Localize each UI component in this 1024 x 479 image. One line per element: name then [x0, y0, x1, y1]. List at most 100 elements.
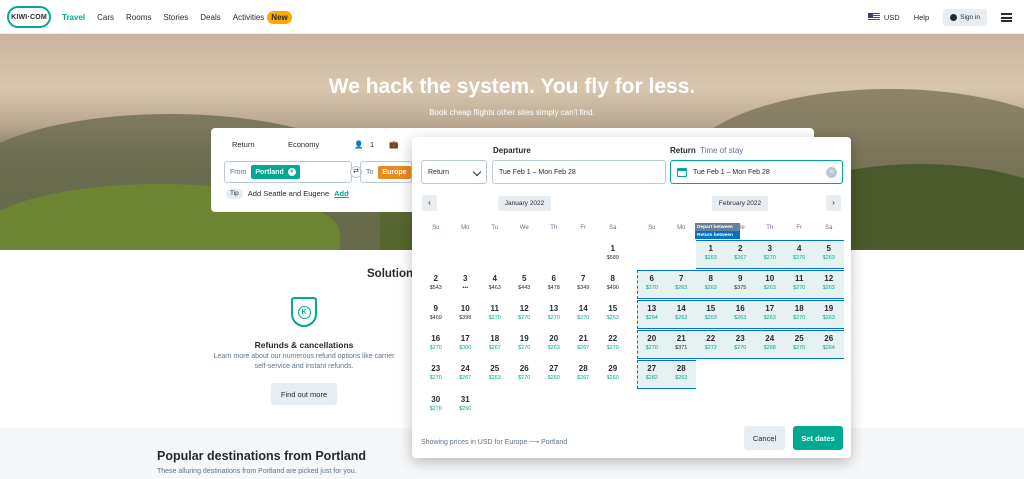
- hero-subtitle: Book cheap flights other sites simply ca…: [429, 108, 595, 117]
- weekday-label: Su: [432, 225, 440, 231]
- kiwi-logo[interactable]: KIWI·COM: [7, 6, 51, 28]
- weekday-label: Th: [550, 225, 558, 231]
- chevron-down-icon: [472, 167, 482, 177]
- calendar-day[interactable]: 20 $263: [539, 331, 569, 359]
- day-price: $267: [488, 345, 501, 352]
- calendar-day[interactable]: 19 $270: [510, 331, 540, 359]
- day-number: 7: [581, 274, 586, 284]
- calendar-day[interactable]: 16 $270: [421, 331, 451, 359]
- calendar-day[interactable]: 13 $270: [539, 301, 569, 329]
- currency-selector[interactable]: USD: [884, 13, 900, 22]
- nav-stories[interactable]: Stories: [163, 13, 188, 22]
- day-number: 14: [578, 304, 588, 314]
- day-price: $589: [606, 255, 619, 261]
- calendar-day[interactable]: 9 $469: [421, 301, 451, 329]
- calendar-day[interactable]: 3 •••: [451, 271, 481, 299]
- day-price: $263: [547, 345, 560, 352]
- day-price: $270: [606, 345, 619, 352]
- calendar-day[interactable]: 14 $270: [569, 301, 599, 329]
- calendar-day[interactable]: 17 $300: [451, 331, 481, 359]
- find-out-more-button[interactable]: Find out more: [271, 383, 337, 405]
- calendar-day[interactable]: 11 $270: [480, 301, 510, 329]
- bag-icon[interactable]: 💼: [389, 140, 398, 149]
- day-number: 5: [522, 274, 527, 284]
- calendar-day[interactable]: 23 $270: [421, 361, 451, 389]
- calendar-day[interactable]: 4 $463: [480, 271, 510, 299]
- to-value: Europe: [382, 168, 407, 176]
- day-number: 11: [490, 304, 499, 314]
- weekday-label: Tu: [491, 225, 499, 231]
- to-field[interactable]: To Europe: [360, 161, 412, 183]
- calendar-day[interactable]: 28 $267: [569, 361, 599, 389]
- day-price: •••: [462, 285, 469, 292]
- calendar-day[interactable]: 22 $270: [598, 331, 628, 359]
- day-number: 9: [433, 304, 438, 314]
- weekday-label: Fr: [580, 225, 587, 231]
- nav-deals[interactable]: Deals: [200, 13, 220, 22]
- day-number: 27: [549, 364, 559, 374]
- day-number: 22: [608, 334, 618, 344]
- calendar-day[interactable]: 1 $589: [598, 241, 628, 269]
- weekday-label: Su: [648, 225, 656, 231]
- day-price: $469: [429, 315, 442, 322]
- day-price: $270: [518, 345, 531, 352]
- from-field[interactable]: From Portland ×: [224, 161, 352, 183]
- signin-button[interactable]: Sign in: [943, 8, 987, 26]
- day-price: $270: [577, 315, 590, 322]
- next-month-button[interactable]: ›: [826, 195, 841, 211]
- day-number: 10: [460, 304, 470, 314]
- nav-rooms[interactable]: Rooms: [126, 13, 151, 22]
- calendar-day[interactable]: 2 $543: [421, 271, 451, 299]
- nav-activities[interactable]: Activities: [233, 13, 265, 22]
- from-chip: Portland ×: [251, 165, 300, 179]
- trip-type-dropdown[interactable]: Return: [421, 160, 487, 184]
- cancel-button[interactable]: Cancel: [744, 426, 785, 450]
- help-link[interactable]: Help: [914, 13, 929, 22]
- calendar-day[interactable]: 29 $260: [598, 361, 628, 389]
- to-label: To: [366, 168, 374, 176]
- day-number: 31: [460, 394, 470, 404]
- calendar-day[interactable]: 24 $267: [451, 361, 481, 389]
- trip-type-select[interactable]: Return: [232, 140, 255, 149]
- departure-input[interactable]: Tue Feb 1 – Mon Feb 28: [492, 160, 666, 184]
- calendar-day[interactable]: 15 $263: [598, 301, 628, 329]
- calendar-day[interactable]: 10 $398: [451, 301, 481, 329]
- set-dates-button[interactable]: Set dates: [793, 426, 843, 450]
- calendar-day[interactable]: 12 $270: [510, 301, 540, 329]
- calendar-day[interactable]: 31 $260: [451, 392, 481, 420]
- day-number: 30: [431, 394, 441, 404]
- time-of-stay-tab[interactable]: Time of stay: [700, 146, 743, 155]
- cabin-select[interactable]: Economy: [288, 140, 319, 149]
- day-number: 28: [578, 364, 588, 374]
- calendar-day[interactable]: 8 $490: [598, 271, 628, 299]
- tip-add-link[interactable]: Add: [334, 189, 349, 198]
- calendar-day[interactable]: 25 $263: [480, 361, 510, 389]
- calendar-day[interactable]: 21 $267: [569, 331, 599, 359]
- day-price: $490: [606, 285, 619, 292]
- passenger-icon[interactable]: 👤: [354, 140, 363, 149]
- calendar-day[interactable]: 18 $267: [480, 331, 510, 359]
- return-input[interactable]: Tue Feb 1 – Mon Feb 28 ×: [670, 160, 843, 184]
- remove-icon[interactable]: ×: [287, 168, 296, 176]
- nav-travel[interactable]: Travel: [62, 13, 85, 22]
- new-badge: New: [267, 10, 292, 24]
- calendar-day[interactable]: 7 $349: [569, 271, 599, 299]
- clear-icon[interactable]: ×: [826, 167, 837, 178]
- nav-cars[interactable]: Cars: [97, 13, 114, 22]
- tooltip-depart: Depart between: [695, 223, 740, 231]
- day-number: 21: [578, 334, 588, 344]
- calendar-day[interactable]: 26 $270: [510, 361, 540, 389]
- prev-month-button[interactable]: ‹: [422, 195, 437, 211]
- calendar-day[interactable]: 27 $260: [539, 361, 569, 389]
- menu-icon[interactable]: [1001, 12, 1012, 22]
- us-flag-icon: [867, 13, 880, 21]
- day-price: $543: [429, 285, 442, 292]
- tip-text: Add Seattle and Eugene: [247, 189, 330, 198]
- day-number: 1: [610, 244, 615, 253]
- calendar-day[interactable]: 5 $443: [510, 271, 540, 299]
- calendar-day[interactable]: 30 $270: [421, 392, 451, 420]
- return-label[interactable]: Return: [670, 146, 696, 155]
- calendar-day[interactable]: 6 $478: [539, 271, 569, 299]
- selected-range-band: [696, 240, 844, 270]
- departure-value: Tue Feb 1 – Mon Feb 28: [499, 168, 576, 176]
